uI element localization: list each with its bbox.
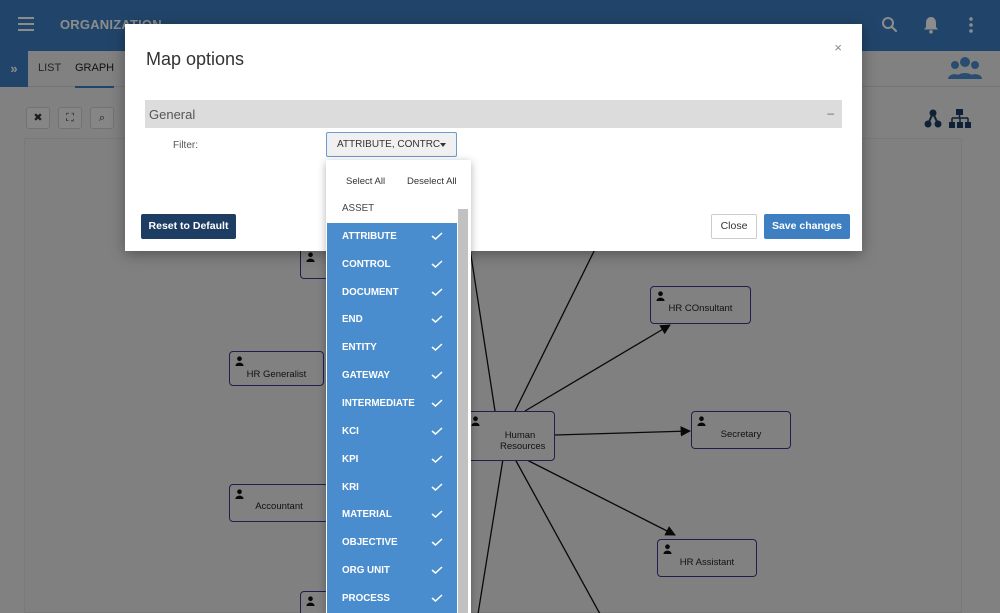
option-kri[interactable]: KRI [327, 473, 457, 502]
option-kci[interactable]: KCI [327, 417, 457, 446]
check-icon [431, 427, 443, 435]
option-label: ORG UNIT [342, 565, 390, 577]
caret-down-icon [440, 143, 446, 147]
option-objective[interactable]: OBJECTIVE [327, 529, 457, 558]
option-label: KRI [342, 481, 359, 493]
option-label: ATTRIBUTE [342, 230, 397, 242]
filter-value: ATTRIBUTE, CONTRC [337, 139, 441, 150]
filter-label: Filter: [173, 140, 198, 151]
scrollbar-thumb[interactable] [458, 209, 468, 613]
option-intermediate[interactable]: INTERMEDIATE [327, 389, 457, 418]
check-icon [431, 455, 443, 463]
option-kpi[interactable]: KPI [327, 445, 457, 474]
check-icon [431, 232, 443, 240]
option-label: PROCESS [342, 592, 390, 604]
option-label: KPI [342, 453, 359, 465]
option-org-unit[interactable]: ORG UNIT [327, 557, 457, 586]
option-label: GATEWAY [342, 370, 390, 382]
filter-options-menu: Select All Deselect All ASSET ATTRIBUTE CO… [326, 160, 471, 613]
check-icon [431, 260, 443, 268]
option-label: CONTROL [342, 258, 391, 270]
option-label: INTERMEDIATE [342, 397, 415, 409]
collapse-icon[interactable]: – [827, 106, 834, 120]
option-entity[interactable]: ENTITY [327, 334, 457, 363]
check-icon [431, 343, 443, 352]
check-icon [431, 287, 443, 296]
option-asset[interactable]: ASSET [327, 195, 457, 223]
close-button[interactable]: Close [711, 214, 757, 239]
close-icon[interactable]: × [834, 40, 842, 55]
check-icon [431, 399, 443, 407]
dialog-title: Map options [146, 49, 245, 69]
dropdown-actions: Select All Deselect All [326, 160, 471, 198]
check-icon [431, 315, 443, 324]
check-icon [431, 594, 443, 602]
filter-dropdown[interactable]: ATTRIBUTE, CONTRC [326, 132, 457, 157]
save-changes-button[interactable]: Save changes [764, 214, 850, 239]
check-icon [431, 482, 443, 491]
option-process[interactable]: PROCESS [327, 584, 457, 613]
check-icon [431, 566, 443, 575]
general-section-header[interactable]: General – [145, 100, 842, 128]
reset-to-default-button[interactable]: Reset to Default [141, 214, 236, 239]
check-icon [431, 538, 443, 547]
option-label: DOCUMENT [342, 286, 399, 298]
option-label: END [342, 314, 363, 326]
option-label: ENTITY [342, 342, 377, 354]
option-label: MATERIAL [342, 509, 392, 521]
option-label: KCI [342, 425, 359, 437]
select-all-button[interactable]: Select All [346, 176, 385, 187]
section-title: General [149, 107, 196, 122]
option-end[interactable]: END [327, 306, 457, 335]
option-attribute[interactable]: ATTRIBUTE [327, 222, 457, 251]
option-label: OBJECTIVE [342, 537, 398, 549]
option-label: ASSET [342, 203, 375, 214]
option-document[interactable]: DOCUMENT [327, 278, 457, 307]
map-options-dialog: Map options × General – Filter: ATTRIBUT… [125, 24, 862, 251]
deselect-all-button[interactable]: Deselect All [407, 176, 457, 187]
check-icon [431, 510, 443, 519]
option-material[interactable]: MATERIAL [327, 501, 457, 530]
option-gateway[interactable]: GATEWAY [327, 362, 457, 391]
check-icon [431, 371, 443, 380]
option-control[interactable]: CONTROL [327, 250, 457, 279]
